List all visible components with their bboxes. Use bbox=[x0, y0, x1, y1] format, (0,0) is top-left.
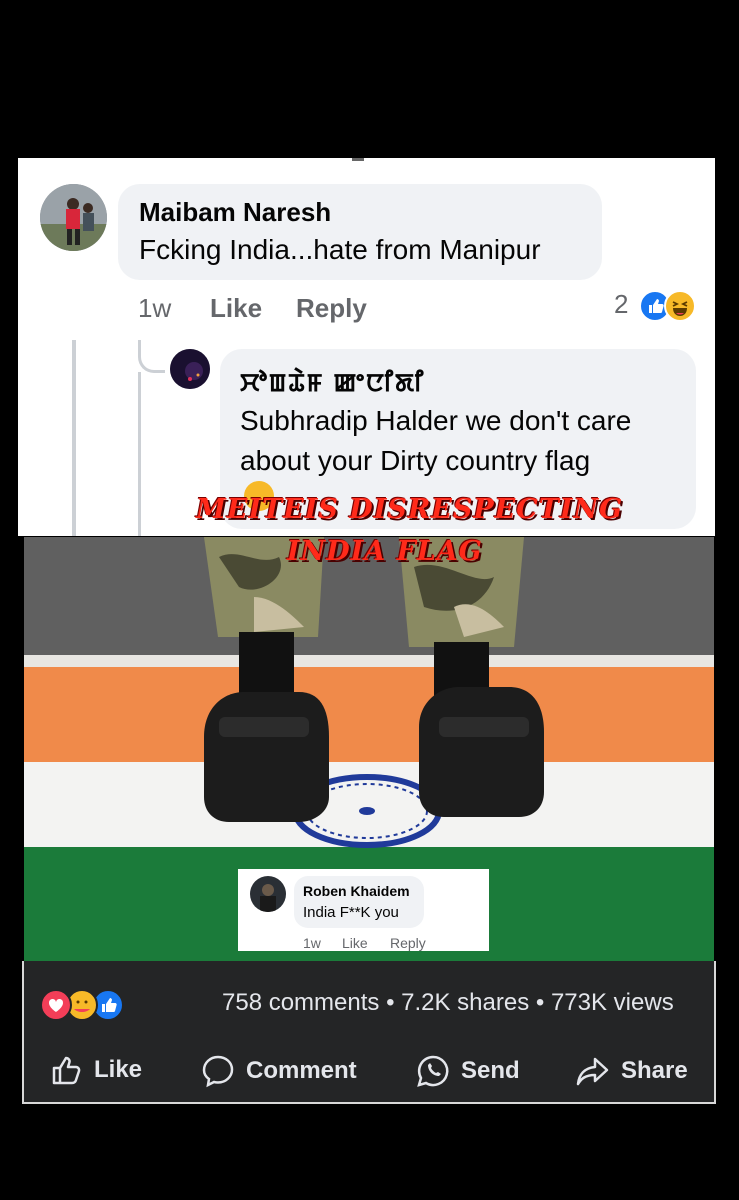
reply-button[interactable]: Reply bbox=[390, 935, 426, 951]
share-icon bbox=[576, 1057, 609, 1086]
send-action-label: Send bbox=[461, 1057, 520, 1084]
share-action-label: Share bbox=[621, 1057, 688, 1084]
overlay-title-line1: MEITEIS DISRESPECTING bbox=[196, 494, 624, 525]
avatar[interactable] bbox=[170, 349, 210, 389]
reaction-count[interactable]: 2 bbox=[614, 289, 628, 320]
post-stats[interactable]: 758 comments • 7.2K shares • 773K views bbox=[222, 989, 674, 1017]
whatsapp-icon bbox=[417, 1055, 449, 1087]
comment-action-label: Comment bbox=[246, 1057, 357, 1084]
avatar[interactable] bbox=[250, 876, 286, 912]
comment-text: Fcking India...hate from Manipur bbox=[139, 234, 541, 265]
reply-text-line2: about your Dirty country flag bbox=[240, 445, 591, 476]
reply-button[interactable]: Reply bbox=[296, 293, 367, 324]
thumbs-up-icon bbox=[52, 1056, 81, 1085]
divider bbox=[352, 158, 364, 161]
reply-text-line1: Subhradip Halder we don't care bbox=[240, 405, 632, 436]
overlay-title-line2: INDIA FLAG bbox=[287, 536, 483, 567]
avatar-photo bbox=[40, 184, 107, 251]
reply-author[interactable]: ꯆꯣꯡꯊꯥꯝ ꯀꯦꯅꯤꯗꯤ bbox=[240, 365, 425, 400]
thread-line bbox=[72, 340, 76, 536]
comment-text: India F**K you bbox=[303, 904, 399, 921]
share-action-button[interactable]: Share bbox=[575, 1053, 688, 1089]
thread-connector bbox=[138, 340, 165, 373]
comment-time: 1w bbox=[138, 293, 172, 323]
love-reaction-icon[interactable] bbox=[40, 989, 72, 1021]
like-button[interactable]: Like bbox=[342, 935, 368, 951]
comment-author[interactable]: Roben Khaidem bbox=[303, 883, 410, 899]
thread-line bbox=[138, 372, 141, 536]
like-action-label: Like bbox=[94, 1056, 143, 1083]
haha-reaction-icon bbox=[664, 290, 696, 322]
like-button[interactable]: Like bbox=[210, 293, 262, 324]
comment-author[interactable]: Maibam Naresh bbox=[139, 197, 331, 228]
avatar-photo bbox=[170, 349, 210, 389]
like-action-button[interactable]: Like bbox=[50, 1053, 142, 1087]
comment-action-button[interactable]: Comment bbox=[200, 1053, 357, 1089]
comment-icon bbox=[202, 1055, 234, 1088]
send-action-button[interactable]: Send bbox=[415, 1053, 520, 1089]
comment-time: 1w bbox=[303, 935, 321, 951]
avatar[interactable] bbox=[40, 184, 107, 251]
